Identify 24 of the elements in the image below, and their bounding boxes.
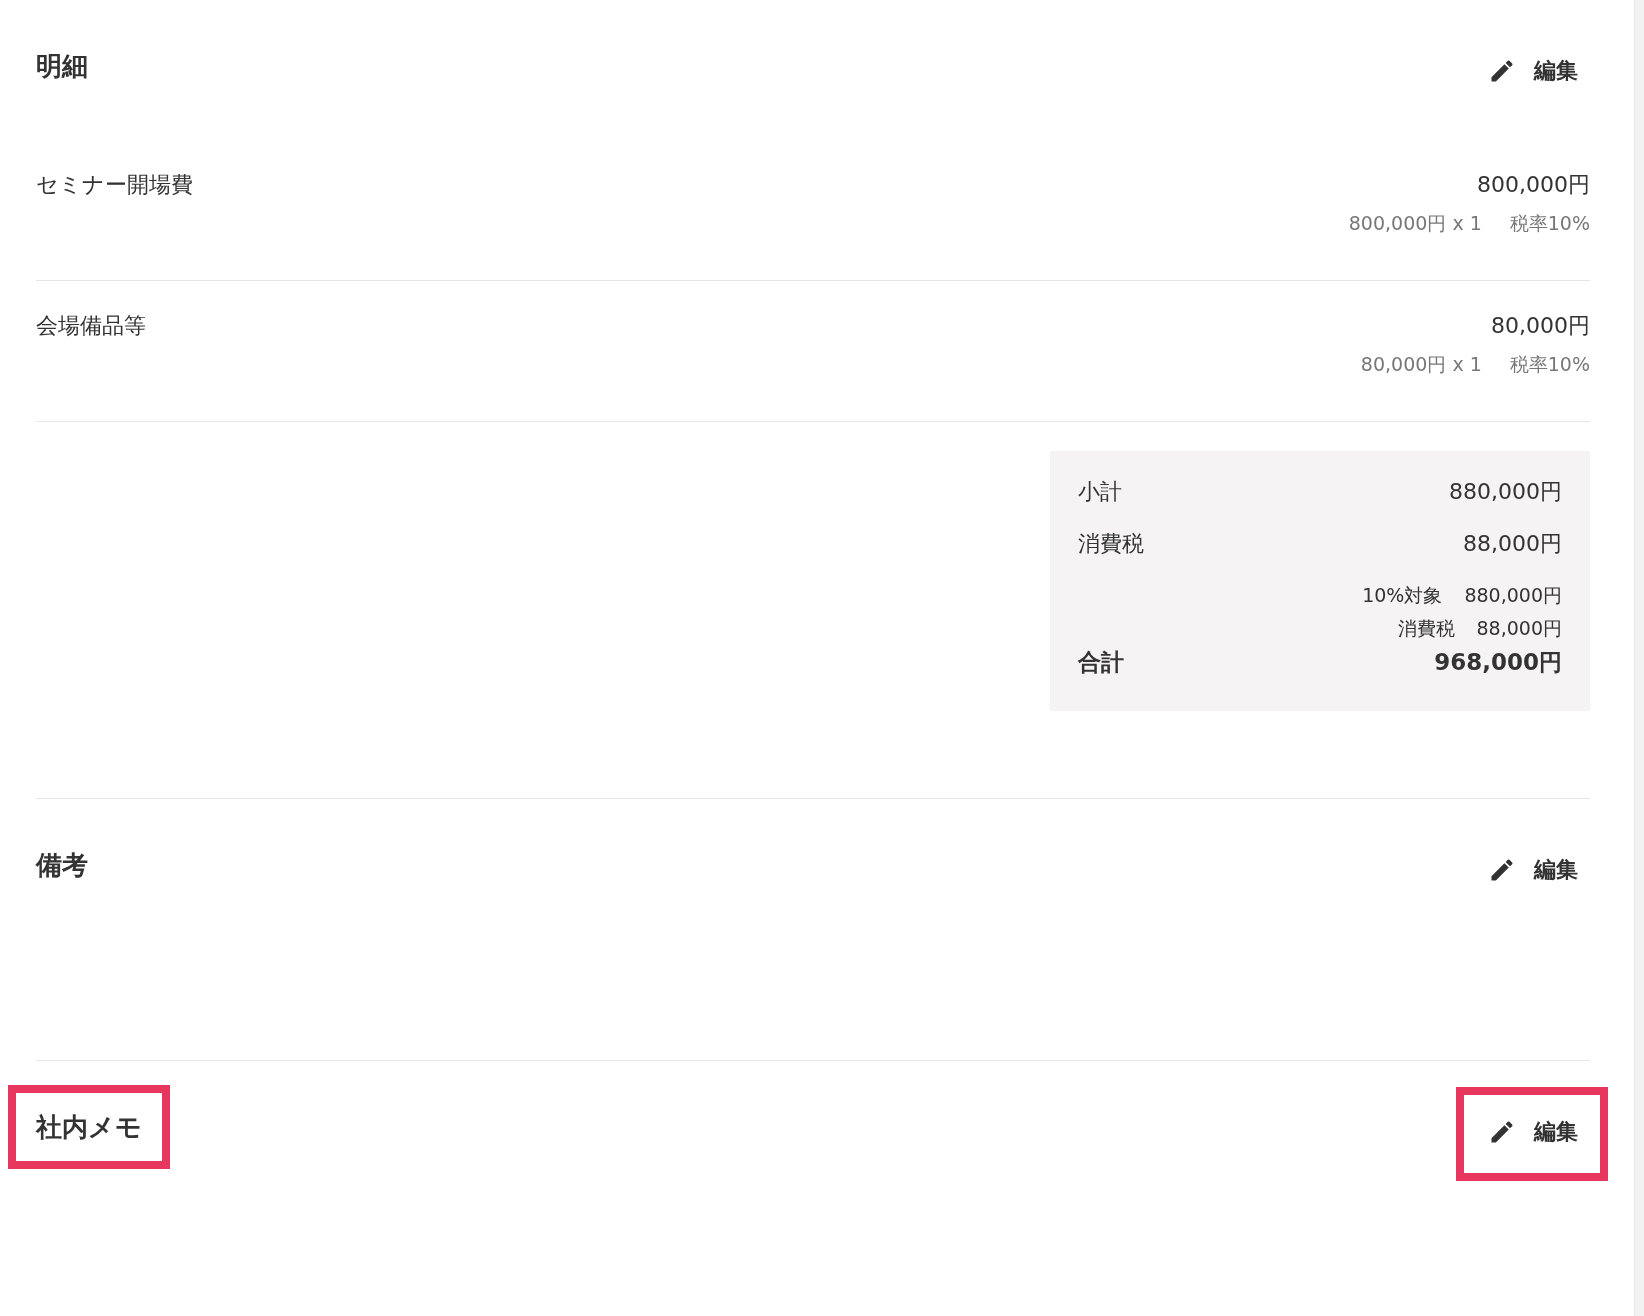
- item-name: セミナー開場費: [36, 171, 193, 199]
- edit-button[interactable]: 編集: [1474, 843, 1590, 897]
- tax-value: 88,000円: [1463, 530, 1562, 558]
- item-amount: 80,000円: [1491, 312, 1590, 340]
- item-quantity: 80,000円 x 1: [1360, 352, 1482, 377]
- item-name: 会場備品等: [36, 312, 146, 340]
- total-value: 968,000円: [1434, 648, 1562, 677]
- item-tax-rate: 税率10%: [1509, 352, 1590, 377]
- section-title: 明細: [36, 50, 88, 83]
- item-amount: 800,000円: [1477, 171, 1590, 199]
- item-quantity: 800,000円 x 1: [1348, 211, 1482, 236]
- tax-label: 消費税: [1078, 530, 1144, 558]
- total-label: 合計: [1078, 648, 1124, 677]
- subtotal-label: 小計: [1078, 478, 1122, 506]
- edit-button[interactable]: 編集: [1474, 44, 1590, 98]
- edit-button[interactable]: 編集: [1474, 1105, 1590, 1159]
- section-title: 備考: [36, 849, 88, 882]
- breakdown-label: 10%対象: [1362, 583, 1443, 608]
- breakdown-label: 消費税: [1397, 616, 1455, 641]
- item-tax-rate: 税率10%: [1509, 211, 1590, 236]
- breakdown-value: 880,000円: [1464, 583, 1562, 608]
- section-title: 社内メモ: [36, 1111, 142, 1144]
- breakdown-value: 88,000円: [1476, 616, 1562, 641]
- subtotal-value: 880,000円: [1449, 478, 1562, 506]
